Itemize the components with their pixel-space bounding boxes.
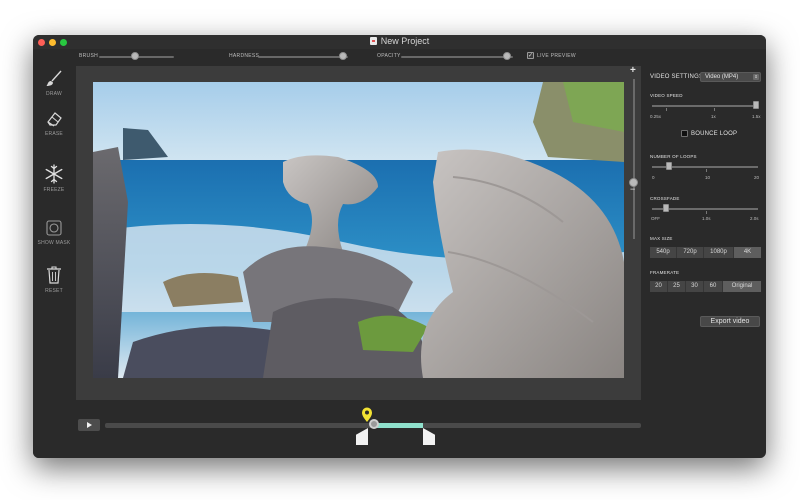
zoom-slider-track[interactable]	[633, 79, 635, 239]
video-speed-min: 0.25x	[650, 114, 662, 119]
tick	[666, 108, 667, 111]
title-bar: New Project	[33, 35, 766, 49]
format-select[interactable]: Video (MP4) ⇕	[700, 72, 761, 82]
tool-erase-label: ERASE	[45, 131, 63, 137]
timeline-selection	[375, 423, 423, 428]
hardness-slider-track[interactable]	[258, 56, 348, 58]
crossfade-min: OFF	[651, 216, 660, 221]
snowflake-icon	[45, 164, 63, 184]
window-title: New Project	[33, 36, 766, 46]
crossfade-mid: 1.0s	[702, 216, 711, 221]
framerate-option[interactable]: 30	[686, 281, 704, 292]
framerate-segmented: 20 25 30 60 Original	[650, 281, 761, 292]
mask-icon	[46, 220, 62, 236]
tool-draw[interactable]: DRAW	[33, 70, 75, 97]
tool-show-mask-label: SHOW MASK	[37, 240, 71, 246]
loops-max: 20	[754, 175, 760, 180]
tool-reset[interactable]: RESET	[33, 265, 75, 294]
chevron-updown-icon: ⇕	[753, 74, 759, 80]
max-size-segmented: 540p 720p 1080p 4K	[650, 247, 761, 258]
loops-min: 0	[652, 175, 655, 180]
bounce-loop-checkbox[interactable]	[681, 130, 688, 137]
trim-start-handle[interactable]	[356, 428, 368, 445]
video-speed-track[interactable]	[652, 105, 758, 107]
loops-knob[interactable]	[666, 162, 672, 170]
max-size-option[interactable]: 540p	[650, 247, 677, 258]
document-icon	[369, 37, 377, 45]
framerate-option[interactable]: 25	[668, 281, 686, 292]
window-title-text: New Project	[380, 36, 430, 46]
video-settings-panel: VIDEO SETTINGS Video (MP4) ⇕ VIDEO SPEED…	[646, 63, 766, 333]
tick	[706, 211, 707, 214]
crossfade-label: CROSSFADE	[650, 196, 680, 201]
opacity-slider-track[interactable]	[401, 56, 513, 58]
app-window: New Project BRUSH HARDNESS OPACITY ✓ LIV…	[33, 35, 766, 458]
crossfade-knob[interactable]	[663, 204, 669, 212]
tool-reset-label: RESET	[45, 288, 63, 294]
photo-preview[interactable]	[93, 82, 624, 378]
opacity-slider-knob[interactable]	[503, 52, 511, 60]
tool-freeze[interactable]: FREEZE	[33, 164, 75, 193]
framerate-label: FRAMERATE	[650, 270, 680, 275]
framerate-option[interactable]: 60	[704, 281, 723, 292]
zoom-in-icon[interactable]: +	[630, 65, 636, 76]
video-speed-knob[interactable]	[753, 101, 759, 109]
format-select-value: Video (MP4)	[705, 74, 739, 80]
video-settings-heading: VIDEO SETTINGS	[650, 74, 704, 80]
brush-slider-knob[interactable]	[131, 52, 139, 60]
tool-freeze-label: FREEZE	[43, 187, 65, 193]
eraser-icon	[47, 112, 62, 127]
max-size-option[interactable]: 1080p	[704, 247, 734, 258]
video-speed-label: VIDEO SPEED	[650, 93, 683, 98]
live-preview-checkbox[interactable]: ✓	[527, 52, 534, 59]
export-video-button[interactable]: Export video	[700, 316, 760, 327]
tool-draw-label: DRAW	[46, 91, 62, 97]
hardness-slider-knob[interactable]	[339, 52, 347, 60]
loops-label: NUMBER OF LOOPS	[650, 154, 697, 159]
hardness-label: HARDNESS	[229, 53, 260, 59]
max-size-option[interactable]: 720p	[677, 247, 704, 258]
landscape-photo	[93, 82, 624, 378]
tool-erase[interactable]: ERASE	[33, 110, 75, 137]
editor-canvas[interactable]	[76, 66, 641, 400]
trim-end-handle[interactable]	[423, 428, 435, 445]
trash-icon	[47, 266, 61, 284]
tick	[706, 169, 707, 172]
max-size-option-selected[interactable]: 4K	[734, 247, 761, 258]
brush-toolbar: BRUSH HARDNESS OPACITY ✓ LIVE PREVIEW	[33, 49, 766, 63]
opacity-label: OPACITY	[377, 53, 401, 59]
tool-sidebar: DRAW ERASE FREEZE SHOW MASK RESET	[33, 63, 75, 458]
max-size-label: MAX SIZE	[650, 236, 673, 241]
brush-icon	[46, 70, 62, 86]
zoom-out-icon[interactable]: −	[630, 184, 635, 194]
video-speed-mid: 1x	[711, 114, 716, 119]
crossfade-max: 2.0s	[750, 216, 759, 221]
bounce-loop-label: BOUNCE LOOP	[691, 131, 738, 137]
framerate-option-selected[interactable]: Original	[723, 281, 761, 292]
play-button[interactable]	[78, 419, 100, 431]
brush-label: BRUSH	[79, 53, 99, 59]
tick	[714, 108, 715, 111]
video-speed-max: 1.5x	[752, 114, 761, 119]
timeline-playhead[interactable]	[369, 419, 379, 429]
framerate-option[interactable]: 20	[650, 281, 668, 292]
live-preview-label: LIVE PREVIEW	[537, 53, 576, 59]
loops-mid: 10	[705, 175, 711, 180]
tool-show-mask[interactable]: SHOW MASK	[33, 219, 75, 246]
